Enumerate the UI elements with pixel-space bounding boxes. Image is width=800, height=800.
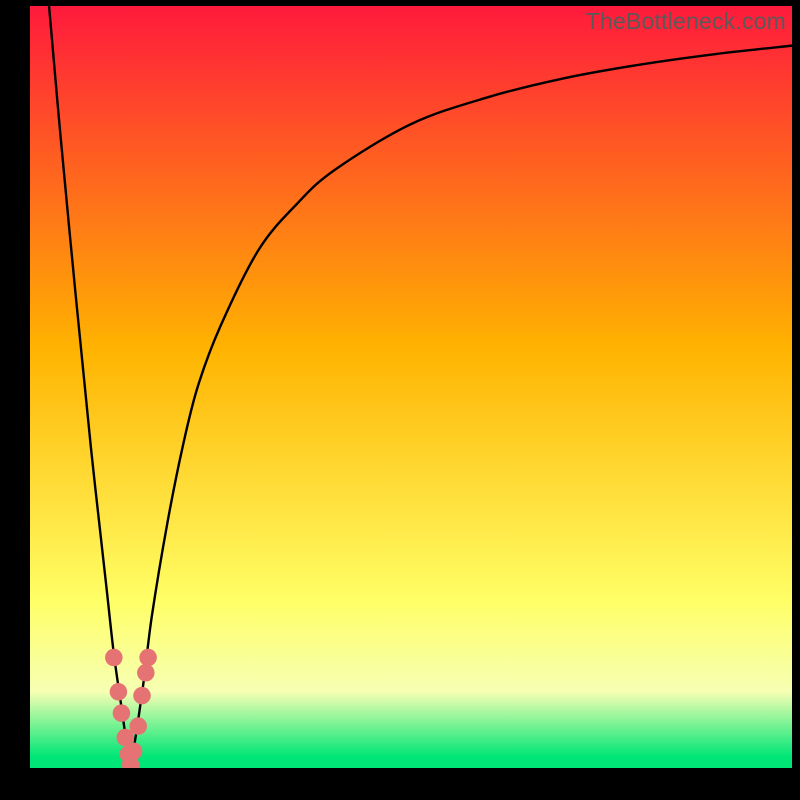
plot-content — [30, 6, 792, 768]
sample-dot — [113, 704, 131, 722]
sample-dot — [125, 742, 143, 760]
sample-dot — [110, 683, 128, 701]
sample-dot — [129, 717, 147, 735]
sample-dot — [137, 664, 155, 682]
sample-dot — [133, 687, 151, 705]
bottleneck-curve-right — [131, 46, 792, 768]
plot-area: TheBottleneck.com — [30, 6, 792, 768]
watermark-text: TheBottleneck.com — [586, 8, 786, 35]
chart-frame: TheBottleneck.com — [0, 0, 800, 800]
sample-dot — [139, 649, 157, 667]
sample-dot — [105, 649, 123, 667]
sample-dots-group — [105, 649, 157, 768]
